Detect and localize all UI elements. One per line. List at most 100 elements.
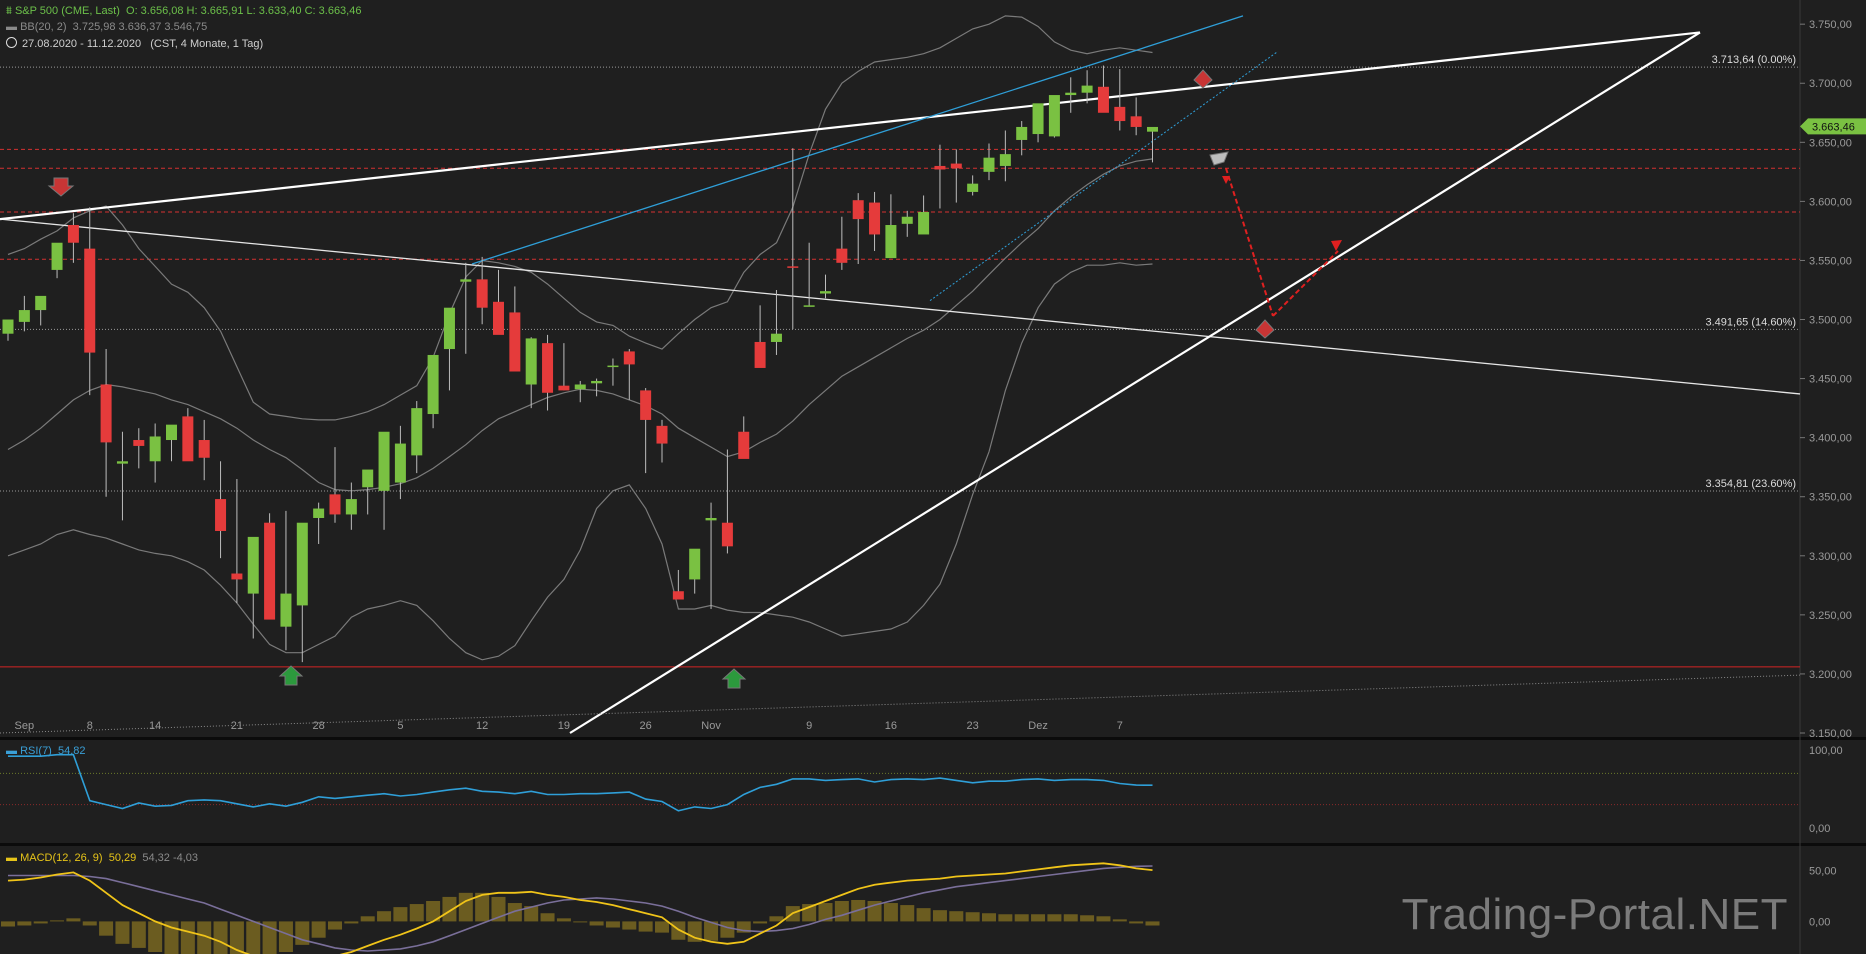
fib-level-label: 3.713,64 (0.00%) [1712,54,1796,66]
clock-icon [6,37,17,48]
candle-body [574,384,586,390]
macd-histogram-bar [393,907,408,922]
macd-histogram-bar [458,892,473,922]
candle-body [100,384,112,443]
fib-level-label: 3.491,65 (14.60%) [1705,316,1796,328]
macd-histogram-bar [1080,915,1095,922]
macd-histogram-bar [1047,914,1062,922]
macd-histogram-bar [213,921,228,954]
candle-body [852,200,864,220]
candle-body [950,163,962,169]
macd-histogram-bar [1145,921,1160,926]
rsi-label: RSI(7) [20,745,52,757]
candle-body [983,157,995,172]
y-tick-label: 3.650,00 [1809,137,1852,149]
range-note: (CST, 4 Monate, 1 Tag) [150,38,264,50]
x-tick-label: 28 [313,720,325,732]
macd-histogram-bar [99,921,114,936]
candle-body [1081,85,1093,93]
symbol-legend: ⩩ S&P 500 (CME, Last) O: 3.656,08 H: 3.6… [6,5,361,18]
x-tick-label: 9 [806,720,812,732]
candle-body [149,436,161,462]
candle-body [427,354,439,415]
candle-body [133,440,145,446]
candle-body [787,266,799,268]
x-tick-label: 14 [149,720,161,732]
macd-histogram-bar [638,921,653,932]
rsi-tick-label: 0,00 [1809,823,1830,835]
trading-chart[interactable]: 3.750,00 3.700,00 3.650,00 3.600,00 3.550,00… [0,0,1866,954]
macd-histogram-bar [148,921,163,952]
macd-histogram-bar [409,904,424,922]
candle-body [1065,92,1077,96]
price-panel-bg [0,0,1866,737]
candle-body [198,440,210,458]
macd-histogram-bar [622,921,637,930]
macd-histogram-bar [115,921,130,944]
range-legend: 27.08.2020 - 11.12.2020 (CST, 4 Monate, … [6,37,263,50]
y-tick-label: 3.150,00 [1809,728,1852,740]
macd-histogram-bar [131,921,146,948]
macd-legend: ▬ MACD(12, 26, 9) 50,29 54,32 -4,03 [6,852,198,864]
macd-histogram-bar [246,921,261,954]
macd-histogram-bar [1031,914,1046,922]
candle-body [35,295,47,311]
macd-histogram-bar [1014,914,1029,922]
y-tick-label: 3.500,00 [1809,315,1852,327]
y-tick-label: 3.600,00 [1809,196,1852,208]
candle-body [362,469,374,488]
candle-body [967,183,979,192]
candle-body [18,310,30,322]
bb-legend: ▬ BB(20, 2) 3.725,98 3.636,37 3.546,75 [6,21,207,33]
candle-body [84,248,96,353]
range-text: 27.08.2020 - 11.12.2020 [22,38,142,50]
x-tick-label: 16 [885,720,897,732]
y-tick-label: 3.400,00 [1809,433,1852,445]
candle-body [215,499,227,531]
bb-label: BB(20, 2) [20,21,67,33]
candle-body [1097,86,1109,113]
candle-body [754,341,766,368]
candle-body [803,305,815,307]
candle-body [394,443,406,483]
macd-histogram-bar [949,911,964,922]
macd-histogram-bar [883,903,898,922]
macd-histogram-bar [916,908,931,922]
candle-body [836,248,848,263]
macd-histogram-bar [344,921,359,924]
macd-histogram-bar [834,901,849,922]
candle-body [918,212,930,235]
macd-line-icon: ▬ [6,852,17,864]
macd-label: MACD(12, 26, 9) [20,852,103,864]
macd-histogram-bar [1,921,15,927]
candle-body [329,494,341,515]
candle-body [934,165,946,170]
candle-body [182,416,194,462]
candle-body [51,242,63,270]
candle-body [313,508,325,518]
candle-body [116,461,128,464]
candle-body [1147,126,1158,132]
rsi-panel-bg [0,740,1866,843]
candle-body [264,522,276,620]
candlestick-icon: ⩩ [6,5,12,17]
macd-histogram-bar [1063,914,1078,922]
x-tick-label: 26 [640,720,652,732]
candle-body [280,593,292,627]
macd-histogram-bar [180,921,195,954]
macd-histogram-bar [360,916,375,922]
candle-body [689,548,701,580]
candle-body [999,154,1011,166]
rsi-value: 54,82 [57,745,86,757]
x-tick-label: 23 [967,720,979,732]
x-tick-label: 12 [476,720,488,732]
y-tick-label: 3.300,00 [1809,551,1852,563]
x-tick-label: 7 [1117,720,1123,732]
bb-line-icon: ▬ [6,21,17,33]
chart-root: 3.750,00 3.700,00 3.650,00 3.600,00 3.550,00… [0,0,1866,954]
candle-body [2,319,14,334]
candle-body [820,291,831,294]
y-tick-label: 3.750,00 [1809,19,1852,31]
macd-histogram-bar [50,920,65,922]
macd-histogram-bar [278,921,293,952]
